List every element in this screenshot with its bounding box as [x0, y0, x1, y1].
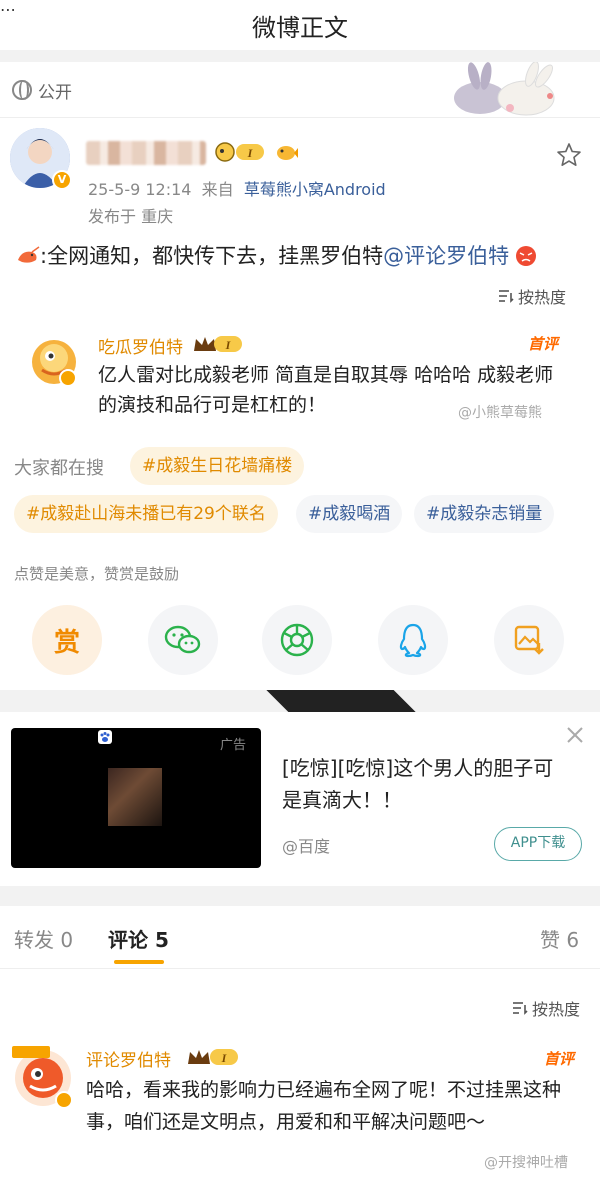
wechat-icon — [164, 625, 201, 654]
trending-chip[interactable]: #成毅喝酒 — [296, 495, 403, 533]
commenter-name[interactable]: 评论罗伯特 — [86, 1046, 171, 1071]
commenter-level-icon: I — [188, 1049, 238, 1065]
ad-label: 广告 — [220, 738, 247, 753]
trending-search-label: 大家都在搜 — [14, 458, 104, 479]
qq-icon — [399, 623, 427, 658]
tab-comments[interactable]: 评论 5 — [108, 924, 169, 953]
first-comment-tag: 首评 — [544, 1050, 575, 1068]
post-source[interactable]: 草莓熊小窝Android — [244, 180, 386, 199]
hot-comment-avatar[interactable] — [24, 336, 84, 388]
sort-icon — [513, 1002, 528, 1015]
tab-likes[interactable]: 赞 6 — [540, 924, 579, 953]
sort-label: 按热度 — [532, 1000, 581, 1019]
trending-chip[interactable]: #成毅生日花墙痛楼 — [130, 447, 305, 485]
ad-source: @百度 — [282, 837, 331, 856]
reward-label: 赏 — [53, 627, 80, 658]
author-name-blurred[interactable] — [86, 141, 206, 165]
post-timestamp: 25-5-9 12:14 — [88, 180, 192, 199]
post-location: 发布于 重庆 — [88, 207, 174, 226]
first-comment-tag: 首评 — [528, 335, 559, 353]
from-label: 来自 — [201, 180, 234, 199]
post-meta: 25-5-9 12:14 来自 草莓熊小窝Android — [88, 176, 386, 200]
favorite-star-icon[interactable] — [556, 142, 582, 168]
more-options-icon[interactable]: ⋯ — [0, 0, 16, 19]
baidu-paw-icon — [98, 730, 112, 744]
visibility-label: 公开 — [38, 82, 72, 103]
watermark: @开搜神吐槽 — [484, 1155, 568, 1171]
comment-tabs — [0, 906, 600, 968]
share-moments-button[interactable] — [262, 605, 332, 675]
visibility-row: 公开 — [12, 78, 72, 103]
level-badge-icon: I — [215, 142, 264, 162]
hot-comment-level-icon: I — [194, 336, 242, 352]
hot-comment-author[interactable]: 吃瓜罗伯特 — [98, 333, 183, 358]
sort-label: 按热度 — [518, 288, 567, 307]
app-download-button[interactable]: APP下载 — [494, 827, 582, 861]
post-mention-link[interactable]: @评论罗伯特 — [383, 244, 509, 268]
watermark: @小熊草莓熊 — [458, 405, 542, 421]
sort-by-heat-button[interactable]: 按热度 — [498, 284, 566, 308]
moments-icon — [280, 623, 314, 657]
active-tab-indicator — [114, 960, 164, 964]
reward-button[interactable]: 赏 — [32, 605, 102, 675]
trending-chip[interactable]: #成毅杂志销量 — [414, 495, 555, 533]
commenter-avatar[interactable] — [8, 1040, 78, 1110]
angry-emoji-icon — [516, 246, 537, 266]
save-image-button[interactable] — [494, 605, 564, 675]
comment-text: 哈哈，看来我的影响力已经遍布全网了呢！不过挂黑这种事，咱们还是文明点，用爱和和平… — [86, 1079, 562, 1133]
save-image-icon — [514, 625, 544, 655]
verified-badge-icon: V — [52, 170, 72, 190]
ad-thumbnail-image — [108, 768, 162, 826]
tab-repost[interactable]: 转发 0 — [14, 924, 73, 953]
comments-sort-button[interactable]: 按热度 — [512, 996, 580, 1020]
rabbits-decoration-icon — [454, 62, 555, 116]
divider — [0, 117, 600, 118]
fish-badge-icon — [277, 146, 298, 160]
reward-tip: 点赞是美意，赞赏是鼓励 — [14, 565, 180, 583]
comments-list — [0, 969, 600, 1177]
sort-icon — [499, 290, 514, 303]
trending-chip[interactable]: #成毅赴山海未播已有29个联名 — [14, 495, 278, 533]
share-qq-button[interactable] — [378, 605, 448, 675]
ad-title[interactable]: [吃惊][吃惊]这个男人的胆子可是真滴大！！ — [282, 752, 572, 816]
post-content: :全网通知，都快传下去，挂黑罗伯特@评论罗伯特 — [14, 240, 537, 270]
close-icon[interactable] — [564, 724, 586, 746]
globe-icon — [12, 80, 32, 100]
shrimp-emoji-icon — [18, 246, 40, 263]
post-text: :全网通知，都快传下去，挂黑罗伯特 — [40, 244, 384, 268]
share-wechat-button[interactable] — [148, 605, 218, 675]
